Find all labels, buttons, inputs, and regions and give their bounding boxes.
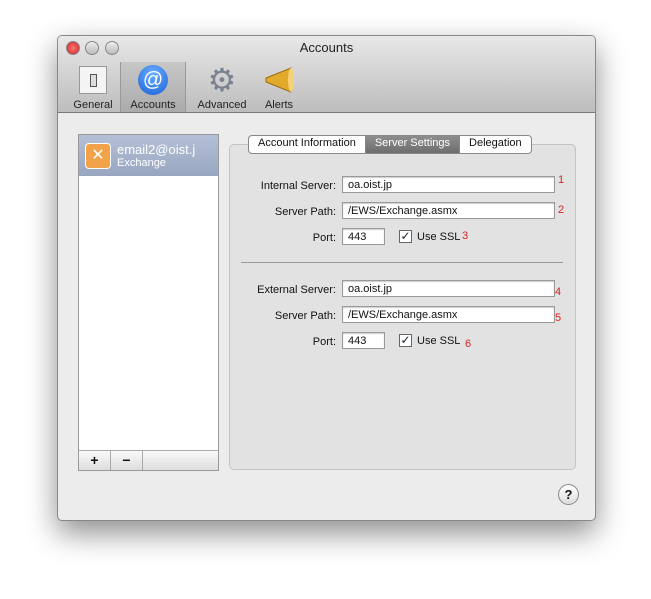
at-icon: @	[137, 64, 169, 96]
toolbar-label: Advanced	[197, 99, 247, 111]
external-path-input[interactable]: /EWS/Exchange.asmx	[342, 306, 555, 323]
tab-account-information[interactable]: Account Information	[249, 136, 366, 153]
annotation-2: 2	[558, 204, 565, 216]
external-server-input[interactable]: oa.oist.jp	[342, 280, 555, 297]
external-ssl-checkbox[interactable]: ✓ Use SSL	[399, 334, 460, 347]
window-title: Accounts	[299, 40, 354, 55]
internal-server-label: Internal Server:	[260, 180, 336, 192]
accounts-window: Accounts General @ Accounts ⚙ Advanced A…	[57, 35, 596, 521]
remove-account-button[interactable]: −	[111, 451, 143, 470]
external-port-label: Port:	[312, 336, 336, 348]
ssl-label: Use SSL	[417, 334, 461, 347]
annotation-5: 5	[555, 312, 562, 324]
internal-server-input[interactable]: oa.oist.jp	[342, 176, 555, 193]
external-port-input[interactable]: 443	[342, 332, 385, 349]
annotation-1: 1	[558, 174, 565, 186]
add-account-button[interactable]: +	[79, 451, 111, 470]
external-path-label: Server Path:	[274, 310, 336, 322]
toolbar-accounts[interactable]: @ Accounts	[120, 62, 186, 112]
switch-icon	[77, 64, 109, 96]
account-email: email2@oist.j	[117, 142, 196, 157]
internal-port-input[interactable]: 443	[342, 228, 385, 245]
annotation-4: 4	[555, 286, 562, 298]
toolbar-alerts[interactable]: Alerts	[256, 62, 302, 112]
toolbar: Accounts General @ Accounts ⚙ Advanced A…	[58, 36, 595, 113]
exchange-logo-icon: ✕	[85, 142, 111, 169]
divider	[241, 262, 563, 263]
internal-port-label: Port:	[312, 232, 336, 244]
megaphone-icon	[263, 64, 295, 96]
internal-path-input[interactable]: /EWS/Exchange.asmx	[342, 202, 555, 219]
tab-server-settings[interactable]: Server Settings	[365, 136, 461, 153]
toolbar-advanced[interactable]: ⚙ Advanced	[192, 62, 252, 112]
toolbar-general[interactable]: General	[68, 62, 118, 112]
account-item[interactable]: ✕ email2@oist.j Exchange	[79, 135, 218, 176]
toolbar-label: Alerts	[264, 99, 294, 111]
account-list: ✕ email2@oist.j Exchange	[78, 134, 219, 452]
checkmark-icon: ✓	[399, 333, 412, 347]
checkmark-icon: ✓	[399, 229, 412, 243]
toolbar-label: Accounts	[130, 99, 176, 111]
account-type: Exchange	[117, 157, 166, 169]
internal-ssl-checkbox[interactable]: ✓ Use SSL	[399, 230, 460, 243]
tab-delegation[interactable]: Delegation	[460, 136, 531, 153]
external-server-label: External Server:	[257, 284, 336, 296]
tab-bar: Account Information Server Settings Dele…	[248, 135, 532, 154]
help-button[interactable]: ?	[558, 484, 579, 505]
toolbar-label: General	[73, 99, 113, 111]
list-buttons: + −	[78, 450, 219, 471]
annotation-3: 3	[462, 230, 469, 242]
gear-icon: ⚙	[207, 62, 237, 98]
internal-path-label: Server Path:	[274, 206, 336, 218]
ssl-label: Use SSL	[417, 230, 461, 243]
annotation-6: 6	[465, 338, 472, 350]
